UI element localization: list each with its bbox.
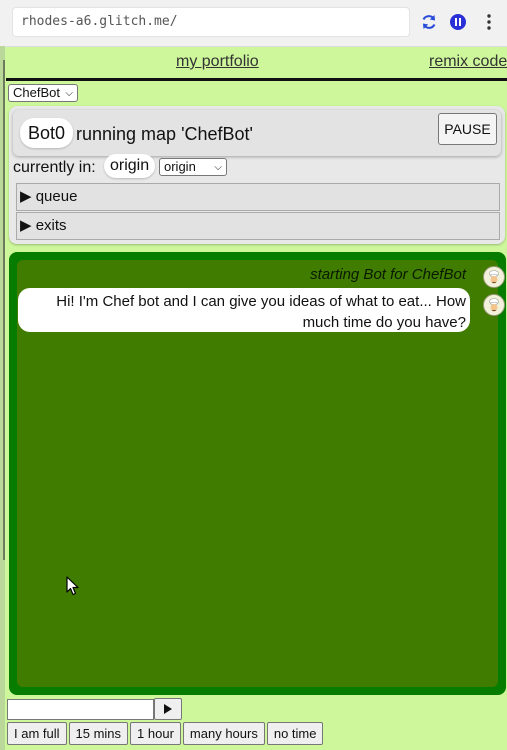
exits-toggle[interactable]: ▶ exits [16, 212, 500, 240]
refresh-icon[interactable] [418, 11, 440, 33]
bot-message-bubble: Hi! I'm Chef bot and I can give you idea… [18, 288, 470, 332]
chef-avatar-icon [483, 266, 505, 288]
map-select-value: ChefBot [13, 85, 60, 100]
currently-in-label: currently in: [13, 159, 96, 176]
running-map-text: running map 'ChefBot' [76, 124, 253, 144]
quick-reply-button[interactable]: 1 hour [130, 722, 181, 745]
chat-input[interactable] [7, 699, 154, 720]
exits-label: exits [35, 217, 67, 234]
map-select[interactable]: ChefBot ⌵ [8, 84, 78, 102]
address-bar[interactable]: rhodes-a6.glitch.me/ [12, 7, 410, 37]
quick-reply-button[interactable]: no time [266, 722, 324, 745]
pause-button[interactable]: PAUSE [438, 113, 497, 145]
queue-label: queue [35, 188, 78, 205]
chef-avatar-icon [483, 294, 505, 316]
pause-icon[interactable] [447, 11, 469, 33]
bot-panel: Bot0 running map 'ChefBot' PAUSE current… [9, 106, 505, 244]
kebab-menu-icon[interactable] [478, 11, 500, 33]
play-icon [164, 704, 172, 714]
left-edge-scrollbar [3, 60, 5, 560]
remix-code-link[interactable]: remix code [429, 53, 507, 71]
chevron-down-icon: ⌵ [214, 162, 222, 173]
quick-replies: I am full 15 mins 1 hour many hours no t… [7, 722, 324, 745]
bot-header: Bot0 running map 'ChefBot' PAUSE [13, 110, 501, 156]
state-select[interactable]: origin ⌵ [159, 158, 227, 176]
send-button[interactable] [154, 698, 182, 720]
top-links: my portfolio remix code [0, 46, 507, 78]
chat-window: starting Bot for ChefBot Hi! I'm Chef bo… [9, 252, 506, 695]
state-select-value: origin [164, 159, 196, 174]
quick-reply-button[interactable]: many hours [182, 722, 265, 745]
mouse-cursor-icon [66, 576, 80, 600]
portfolio-link[interactable]: my portfolio [176, 53, 259, 71]
quick-reply-button[interactable]: 15 mins [68, 722, 129, 745]
divider [6, 78, 507, 81]
system-message: starting Bot for ChefBot [310, 266, 466, 283]
current-state-badge: origin [104, 154, 156, 178]
browser-toolbar: rhodes-a6.glitch.me/ [0, 0, 507, 47]
bot-name-badge: Bot0 [20, 118, 74, 148]
chevron-down-icon: ⌵ [65, 88, 73, 99]
chat-log[interactable]: starting Bot for ChefBot Hi! I'm Chef bo… [17, 260, 505, 687]
quick-reply-button[interactable]: I am full [7, 722, 67, 745]
queue-toggle[interactable]: ▶ queue [16, 183, 500, 211]
triangle-right-icon: ▶ [20, 217, 32, 234]
triangle-right-icon: ▶ [20, 188, 32, 205]
